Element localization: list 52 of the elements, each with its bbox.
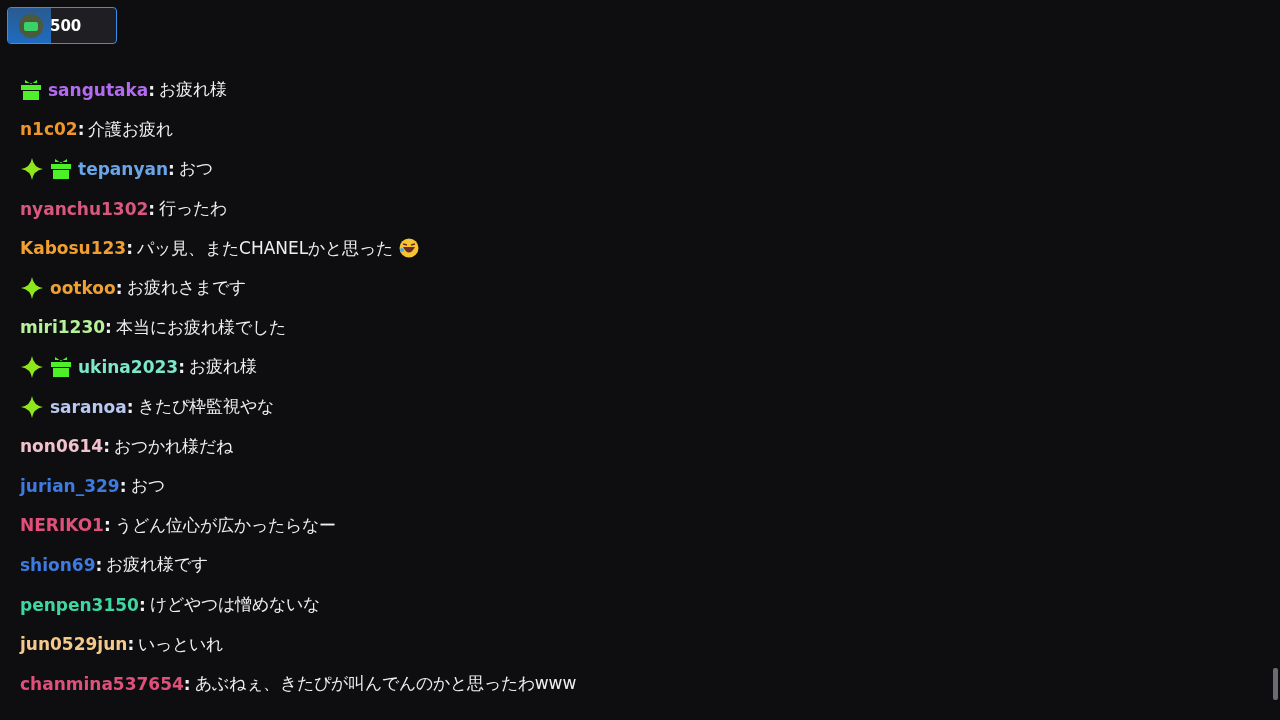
colon: : bbox=[148, 198, 156, 219]
colon: : bbox=[183, 673, 191, 694]
message-text: 行ったわ bbox=[159, 197, 228, 221]
colon: : bbox=[178, 356, 185, 377]
username[interactable]: nyanchu1302 bbox=[20, 198, 149, 219]
colon: : bbox=[105, 317, 112, 338]
message-text: あぶねぇ、きたぴが叫んでんのかと思ったわwww bbox=[194, 672, 577, 696]
message-text: おつ bbox=[178, 157, 213, 181]
colon: : bbox=[103, 515, 111, 536]
username[interactable]: saranoa bbox=[50, 396, 127, 417]
username[interactable]: jurian_329 bbox=[20, 475, 120, 496]
username[interactable]: NERIKO1 bbox=[20, 515, 104, 536]
username[interactable]: ukina2023 bbox=[78, 356, 179, 377]
message-text: けどやつは憎めないな bbox=[149, 593, 320, 616]
colon: : bbox=[126, 396, 134, 417]
username[interactable]: chanmina537654 bbox=[20, 673, 184, 694]
colon: : bbox=[95, 554, 103, 575]
username[interactable]: Kabosu123 bbox=[20, 238, 127, 259]
username[interactable]: shion69 bbox=[20, 554, 96, 575]
colon: : bbox=[127, 634, 135, 655]
avatar-icon bbox=[18, 12, 44, 39]
message-text: 本当にお疲れ様でした bbox=[115, 315, 286, 339]
username[interactable]: jun0529jun bbox=[20, 634, 128, 655]
colon: : bbox=[119, 475, 127, 496]
message-text: うどん位心が広かったらなー bbox=[114, 513, 336, 537]
message-text: おつかれ様だね bbox=[114, 434, 233, 458]
colon: : bbox=[126, 238, 133, 259]
message-text: おつ bbox=[130, 474, 165, 498]
colon: : bbox=[103, 436, 110, 457]
message-text: お疲れ様 bbox=[159, 78, 228, 102]
colon: : bbox=[138, 594, 146, 615]
username[interactable]: non0614 bbox=[20, 436, 104, 457]
message-text: 介護お疲れ bbox=[88, 117, 174, 141]
points-value: 500 bbox=[50, 16, 82, 35]
username[interactable]: penpen3150 bbox=[20, 594, 139, 615]
message-text: お疲れさまです bbox=[126, 276, 246, 300]
colon: : bbox=[168, 159, 175, 179]
username[interactable]: sangutaka bbox=[48, 79, 149, 100]
username[interactable]: tepanyan bbox=[78, 159, 169, 179]
colon: : bbox=[77, 119, 85, 140]
scrollbar-thumb[interactable] bbox=[1273, 668, 1278, 700]
colon: : bbox=[148, 79, 156, 100]
message-text: お疲れ様 bbox=[188, 355, 257, 379]
username[interactable]: n1c02 bbox=[20, 119, 78, 140]
message-text: いっといれ bbox=[138, 632, 224, 656]
message-text: きたぴ枠監視やな bbox=[137, 395, 274, 419]
message-text: お疲れ様です bbox=[106, 553, 209, 577]
colon: : bbox=[115, 277, 123, 298]
username[interactable]: miri1230 bbox=[20, 317, 106, 338]
username[interactable]: ootkoo bbox=[50, 277, 116, 298]
message-text: パッ見、またCHANELかと思った bbox=[137, 236, 394, 260]
points-badge[interactable]: 500 bbox=[7, 7, 117, 44]
